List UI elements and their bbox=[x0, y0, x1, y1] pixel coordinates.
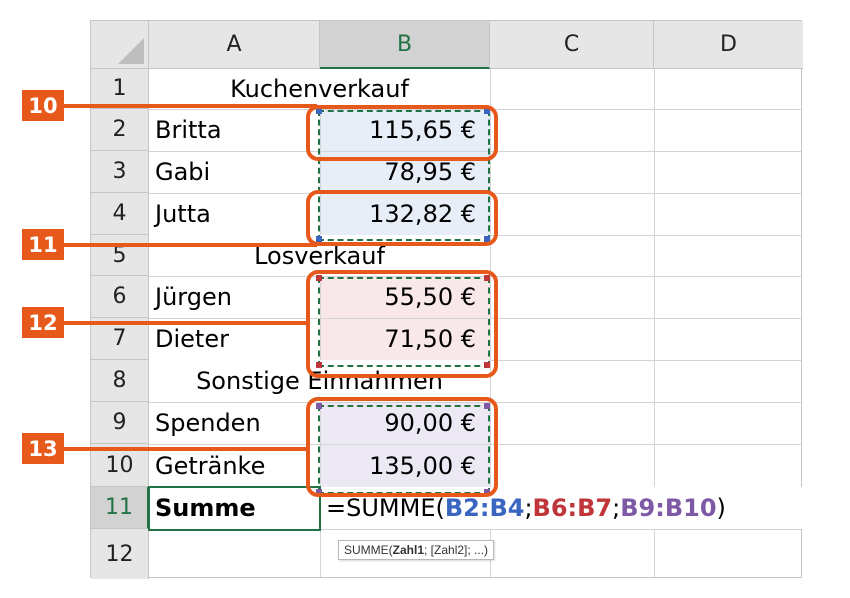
callout-line-12 bbox=[62, 321, 307, 325]
callout-line-13 bbox=[62, 447, 307, 451]
column-header-b[interactable]: B bbox=[320, 21, 490, 69]
row-header-1[interactable]: 1 bbox=[91, 69, 149, 109]
row-header-9[interactable]: 9 bbox=[91, 402, 149, 444]
callout-line-10 bbox=[62, 104, 317, 108]
cell-a9[interactable]: Spenden bbox=[149, 402, 320, 444]
row-header-2[interactable]: 2 bbox=[91, 109, 149, 151]
formula-separator: ; bbox=[524, 494, 533, 522]
function-argument-tooltip[interactable]: SUMME(Zahl1; [Zahl2]; ...) bbox=[338, 540, 495, 560]
formula-ref-b2-b4: B2:B4 bbox=[444, 494, 525, 522]
highlight-frame-b9-b10 bbox=[306, 397, 498, 497]
callout-line-11 bbox=[62, 243, 317, 247]
formula-ref-b9-b10: B9:B10 bbox=[620, 494, 717, 522]
column-header-c[interactable]: C bbox=[490, 21, 654, 69]
cell-a1-kuchenverkauf[interactable]: Kuchenverkauf bbox=[149, 69, 490, 109]
formula-ref-b6-b7: B6:B7 bbox=[532, 494, 613, 522]
cell-a3[interactable]: Gabi bbox=[149, 151, 320, 193]
row-header-8[interactable]: 8 bbox=[91, 360, 149, 402]
cell-a4[interactable]: Jutta bbox=[149, 193, 320, 235]
column-header-d[interactable]: D bbox=[654, 21, 803, 69]
formula-suffix: ) bbox=[716, 494, 726, 522]
cell-a2[interactable]: Britta bbox=[149, 109, 320, 151]
select-all-triangle-icon bbox=[118, 38, 144, 64]
callout-badge-12: 12 bbox=[22, 307, 64, 338]
highlight-frame-b2 bbox=[306, 105, 498, 161]
tooltip-function: SUMME( bbox=[344, 543, 393, 557]
row-header-4[interactable]: 4 bbox=[91, 193, 149, 235]
cell-a6[interactable]: Jürgen bbox=[149, 276, 320, 318]
highlight-frame-b4 bbox=[306, 190, 498, 246]
formula-prefix: =SUMME( bbox=[326, 494, 445, 522]
row-header-6[interactable]: 6 bbox=[91, 276, 149, 318]
formula-separator: ; bbox=[612, 494, 621, 522]
callout-badge-13: 13 bbox=[22, 433, 64, 464]
column-header-a[interactable]: A bbox=[149, 21, 320, 69]
callout-badge-10: 10 bbox=[22, 90, 64, 121]
callout-badge-11: 11 bbox=[22, 229, 64, 260]
row-header-11[interactable]: 11 bbox=[91, 487, 149, 529]
tooltip-current-arg: Zahl1 bbox=[392, 543, 425, 557]
row-header-5[interactable]: 5 bbox=[91, 235, 149, 276]
row-header-3[interactable]: 3 bbox=[91, 151, 149, 193]
highlight-frame-b6-b7 bbox=[306, 270, 498, 378]
row-header-12[interactable]: 12 bbox=[91, 529, 149, 579]
select-all-corner[interactable] bbox=[91, 21, 149, 69]
active-cell-border bbox=[148, 486, 321, 531]
tooltip-rest: ; [Zahl2]; ...) bbox=[424, 543, 489, 557]
